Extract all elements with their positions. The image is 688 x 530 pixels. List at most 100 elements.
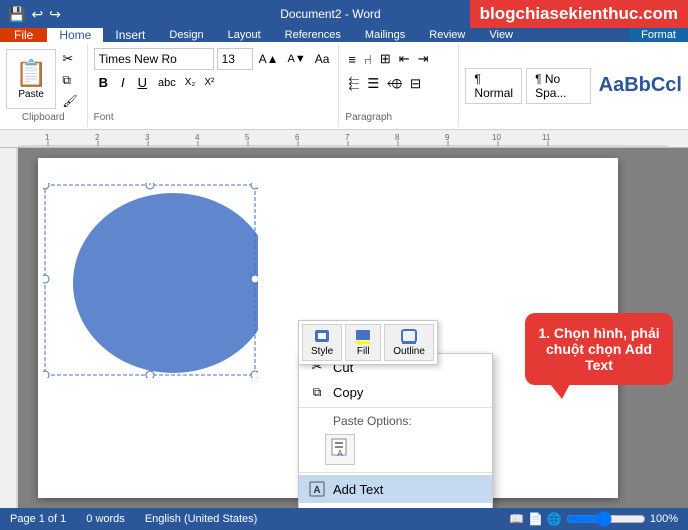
tab-file[interactable]: File [0, 28, 47, 42]
shape-format-toolbar: Style Fill Outline [298, 320, 438, 365]
paste-icon: 📋 [15, 58, 47, 89]
save-icon[interactable]: 💾 [8, 6, 25, 23]
clipboard-label: Clipboard [22, 112, 65, 123]
subscript-button[interactable]: X₂ [182, 75, 199, 90]
numbering-button[interactable]: ⑁ [361, 48, 375, 70]
paste-options-icons: A [299, 432, 492, 470]
title-bar-left: 💾 ↩ ↪ [8, 6, 61, 23]
svg-text:3: 3 [145, 133, 150, 142]
svg-text:A: A [313, 485, 320, 496]
paragraph-group: ≡ ⑁ ⊞ ⇤ ⇥ ⬱ ☰ ⬲ ⊟ Paragraph [339, 44, 459, 127]
quick-access-toolbar: 💾 ↩ ↪ [8, 6, 61, 23]
underline-button[interactable]: U [133, 73, 152, 92]
zoom-slider[interactable] [566, 511, 646, 527]
fill-label: Fill [357, 346, 370, 357]
bullets-button[interactable]: ≡ [345, 48, 359, 70]
tab-insert[interactable]: Insert [103, 28, 157, 42]
svg-text:4: 4 [195, 133, 200, 142]
svg-text:5: 5 [245, 133, 250, 142]
document-area: Style Fill Outline ✂ Cut [0, 148, 688, 508]
ruler-svg: 1 2 3 4 5 6 7 8 9 10 11 [18, 131, 668, 147]
decrease-font-button[interactable]: A▼ [285, 51, 309, 67]
svg-text:6: 6 [295, 133, 300, 142]
view-read-button[interactable]: 📖 [509, 512, 524, 526]
superscript-button[interactable]: X² [201, 75, 217, 90]
clear-format-button[interactable]: Aa [312, 50, 333, 68]
menu-item-paste-options: Paste Options: [299, 410, 492, 432]
font-name-input[interactable] [94, 48, 214, 70]
style-button[interactable]: Style [302, 324, 342, 361]
menu-item-edit-points[interactable]: Edit Points [299, 503, 492, 508]
shape-container[interactable] [43, 183, 258, 381]
ribbon-tabs: File Home Insert Design Layout Reference… [0, 28, 688, 42]
menu-item-add-text[interactable]: A Add Text [299, 475, 492, 503]
increase-font-button[interactable]: A▲ [256, 50, 282, 68]
svg-text:2: 2 [95, 133, 100, 142]
page-count: Page 1 of 1 [10, 513, 66, 525]
outline-button[interactable]: Outline [384, 324, 434, 361]
font-group: A▲ A▼ Aa B I U abc X₂ X² Font [88, 44, 340, 127]
status-bar: Page 1 of 1 0 words English (United Stat… [0, 508, 688, 530]
aabbccl-sample: AaBbCcl [599, 74, 682, 97]
tab-view[interactable]: View [477, 28, 525, 42]
svg-text:11: 11 [542, 133, 551, 142]
zoom-level: 100% [650, 513, 678, 525]
multilevel-button[interactable]: ⊞ [377, 48, 394, 70]
decrease-indent-button[interactable]: ⇤ [396, 48, 413, 70]
vertical-ruler [0, 148, 18, 508]
svg-text:8: 8 [395, 133, 400, 142]
paste-button[interactable]: 📋 Paste [6, 49, 56, 109]
copy-menu-icon: ⧉ [309, 385, 325, 400]
svg-text:10: 10 [492, 133, 501, 142]
menu-item-copy[interactable]: ⧉ Copy [299, 380, 492, 405]
tab-review[interactable]: Review [417, 28, 477, 42]
justify-button[interactable]: ⊟ [407, 73, 424, 95]
font-label: Font [94, 112, 333, 123]
svg-text:7: 7 [345, 133, 350, 142]
style-label: Style [311, 346, 333, 357]
tab-layout[interactable]: Layout [216, 28, 273, 42]
paste-options-label: Paste Options: [333, 414, 412, 428]
increase-indent-button[interactable]: ⇥ [415, 48, 432, 70]
tab-references[interactable]: References [273, 28, 353, 42]
clipboard-group: 📋 Paste ✂ ⧉ 🖌 Clipboard [0, 44, 88, 127]
style-no-spacing[interactable]: ¶ No Spa... [526, 68, 591, 104]
format-painter-button[interactable]: 🖌 [59, 92, 80, 110]
language: English (United States) [145, 513, 258, 525]
font-size-input[interactable] [217, 48, 253, 70]
callout-text: 1. Chọn hình, phải chuột chọn Add Text [538, 325, 659, 373]
align-right-button[interactable]: ⬲ [384, 73, 405, 95]
redo-icon[interactable]: ↪ [49, 6, 61, 23]
cut-button[interactable]: ✂ [59, 49, 80, 69]
tab-design[interactable]: Design [157, 28, 215, 42]
align-center-button[interactable]: ☰ [364, 73, 382, 95]
callout-bubble: 1. Chọn hình, phải chuột chọn Add Text [525, 313, 673, 385]
undo-icon[interactable]: ↩ [31, 6, 43, 23]
menu-separator-1 [299, 407, 492, 408]
paragraph-label: Paragraph [345, 112, 452, 123]
svg-text:9: 9 [445, 133, 450, 142]
bold-button[interactable]: B [94, 73, 113, 92]
copy-button[interactable]: ⧉ [59, 71, 80, 90]
shape-svg [43, 183, 258, 378]
fill-button[interactable]: Fill [345, 324, 381, 361]
add-text-label: Add Text [333, 482, 383, 497]
horizontal-ruler: 1 2 3 4 5 6 7 8 9 10 11 [0, 130, 688, 148]
tab-mailings[interactable]: Mailings [353, 28, 417, 42]
paste-label: Paste [18, 89, 44, 100]
context-menu: ✂ Cut ⧉ Copy Paste Options: [298, 353, 493, 508]
view-web-button[interactable]: 🌐 [547, 512, 562, 526]
align-left-button[interactable]: ⬱ [345, 73, 362, 95]
view-print-button[interactable]: 📄 [528, 512, 543, 526]
paste-keep-source[interactable]: A [325, 434, 355, 465]
strikethrough-button[interactable]: abc [155, 75, 179, 91]
format-tab[interactable]: Format [629, 28, 688, 42]
copy-menu-label: Copy [333, 385, 363, 400]
view-controls: 📖 📄 🌐 100% [509, 511, 678, 527]
tab-home[interactable]: Home [47, 28, 103, 42]
italic-button[interactable]: I [116, 73, 130, 92]
callout-tail [550, 384, 570, 399]
style-normal[interactable]: ¶ Normal [465, 68, 522, 104]
outline-label: Outline [393, 346, 425, 357]
menu-separator-2 [299, 472, 492, 473]
